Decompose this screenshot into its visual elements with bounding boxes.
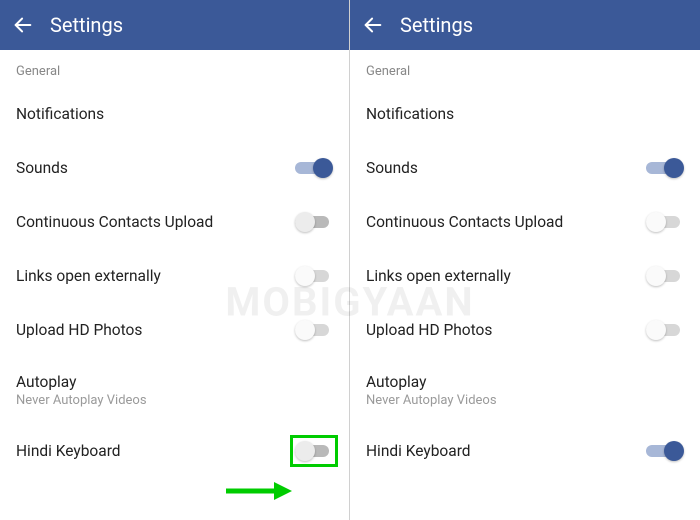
appbar: Settings xyxy=(350,0,700,50)
back-arrow-icon[interactable] xyxy=(362,14,384,36)
row-autoplay[interactable]: Autoplay Never Autoplay Videos xyxy=(350,357,700,424)
toggle-links-external[interactable] xyxy=(295,265,333,287)
section-header-general: General xyxy=(0,50,349,87)
row-label: Links open externally xyxy=(16,267,161,285)
toggle-contacts-upload[interactable] xyxy=(646,211,684,233)
back-arrow-icon[interactable] xyxy=(12,14,34,36)
row-label: Continuous Contacts Upload xyxy=(366,213,563,231)
row-label: Autoplay xyxy=(366,373,497,391)
toggle-links-external[interactable] xyxy=(646,265,684,287)
toggle-upload-hd[interactable] xyxy=(646,319,684,341)
row-sounds[interactable]: Sounds xyxy=(350,141,700,195)
row-label: Hindi Keyboard xyxy=(16,442,121,460)
toggle-hindi-keyboard[interactable] xyxy=(295,440,333,462)
toggle-upload-hd[interactable] xyxy=(295,319,333,341)
left-pane: Settings General Notifications Sounds Co… xyxy=(0,0,350,520)
row-notifications[interactable]: Notifications xyxy=(350,87,700,141)
row-sublabel: Never Autoplay Videos xyxy=(366,393,497,408)
appbar-title: Settings xyxy=(50,13,123,37)
row-sublabel: Never Autoplay Videos xyxy=(16,393,147,408)
appbar-title: Settings xyxy=(400,13,473,37)
section-header-general: General xyxy=(350,50,700,87)
row-label: Hindi Keyboard xyxy=(366,442,471,460)
row-label: Notifications xyxy=(16,105,104,123)
row-label: Upload HD Photos xyxy=(16,321,142,339)
row-hindi-keyboard[interactable]: Hindi Keyboard xyxy=(350,424,700,478)
row-label: Upload HD Photos xyxy=(366,321,492,339)
toggle-hindi-keyboard[interactable] xyxy=(646,440,684,462)
toggle-contacts-upload[interactable] xyxy=(295,211,333,233)
row-label: Sounds xyxy=(16,159,68,177)
row-label: Autoplay xyxy=(16,373,147,391)
row-links-external[interactable]: Links open externally xyxy=(350,249,700,303)
row-autoplay[interactable]: Autoplay Never Autoplay Videos xyxy=(0,357,349,424)
right-pane: Settings General Notifications Sounds Co… xyxy=(350,0,700,520)
toggle-sounds[interactable] xyxy=(295,157,333,179)
row-sounds[interactable]: Sounds xyxy=(0,141,349,195)
row-label: Sounds xyxy=(366,159,418,177)
row-notifications[interactable]: Notifications xyxy=(0,87,349,141)
row-label: Notifications xyxy=(366,105,454,123)
row-links-external[interactable]: Links open externally xyxy=(0,249,349,303)
row-label: Links open externally xyxy=(366,267,511,285)
row-upload-hd[interactable]: Upload HD Photos xyxy=(350,303,700,357)
row-label: Continuous Contacts Upload xyxy=(16,213,213,231)
row-contacts-upload[interactable]: Continuous Contacts Upload xyxy=(0,195,349,249)
appbar: Settings xyxy=(0,0,349,50)
screenshot-container: Settings General Notifications Sounds Co… xyxy=(0,0,700,520)
row-upload-hd[interactable]: Upload HD Photos xyxy=(0,303,349,357)
toggle-sounds[interactable] xyxy=(646,157,684,179)
row-hindi-keyboard[interactable]: Hindi Keyboard xyxy=(0,424,349,478)
row-contacts-upload[interactable]: Continuous Contacts Upload xyxy=(350,195,700,249)
